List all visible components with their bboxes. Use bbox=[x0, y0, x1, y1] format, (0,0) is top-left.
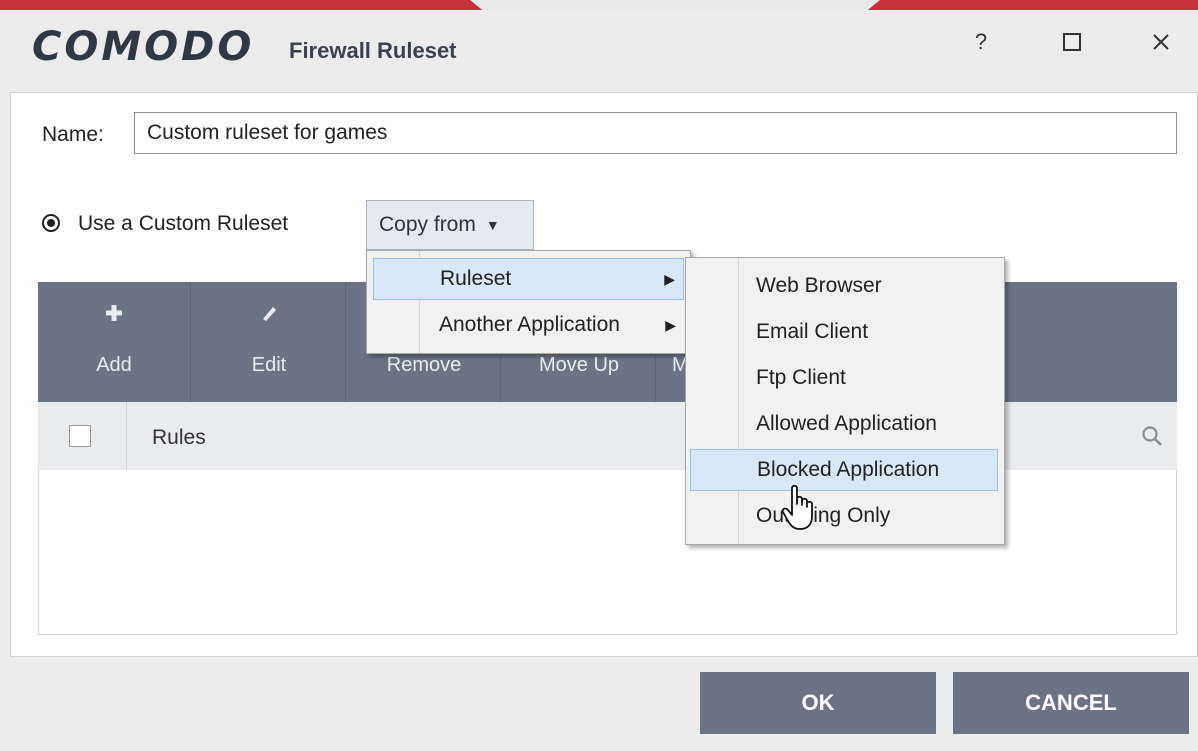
add-label: Add bbox=[96, 354, 132, 376]
cancel-button[interactable]: CANCEL bbox=[953, 672, 1189, 734]
radio-dot bbox=[47, 219, 55, 227]
chevron-right-icon: ▶ bbox=[664, 270, 675, 287]
edit-button[interactable]: Edit bbox=[193, 282, 346, 402]
close-button[interactable] bbox=[1143, 24, 1179, 60]
name-label: Name: bbox=[42, 123, 104, 146]
chevron-right-icon: ▶ bbox=[665, 316, 676, 333]
custom-ruleset-label[interactable]: Use a Custom Ruleset bbox=[78, 212, 288, 236]
add-button[interactable]: Add bbox=[38, 282, 191, 402]
move-up-label: Move Up bbox=[538, 354, 620, 376]
plus-icon bbox=[38, 302, 190, 330]
rules-list-header bbox=[38, 402, 1177, 471]
copy-from-dropdown[interactable]: Copy from ▼ bbox=[366, 200, 534, 250]
chevron-down-icon: ▼ bbox=[485, 217, 500, 233]
close-icon bbox=[1153, 34, 1169, 50]
edit-label: Edit bbox=[251, 354, 287, 376]
ok-button[interactable]: OK bbox=[700, 672, 936, 734]
rules-list bbox=[38, 470, 1177, 635]
submenu-item-email-client[interactable]: Email Client bbox=[690, 311, 998, 353]
menu-item-ruleset[interactable]: Ruleset ▶ bbox=[373, 258, 684, 300]
maximize-button[interactable] bbox=[1054, 24, 1090, 60]
menu-item-another-application[interactable]: Another Application ▶ bbox=[373, 304, 684, 346]
submenu-item-blocked-application[interactable]: Blocked Application bbox=[690, 449, 998, 491]
hand-cursor-icon bbox=[782, 484, 813, 530]
ruleset-submenu: Web Browser Email Client Ftp Client Allo… bbox=[685, 257, 1005, 545]
copy-from-label: Copy from bbox=[379, 213, 476, 236]
submenu-item-web-browser[interactable]: Web Browser bbox=[690, 265, 998, 307]
window-title: Firewall Ruleset bbox=[289, 38, 457, 63]
header-separator bbox=[126, 402, 127, 470]
comodo-logo: COMODO bbox=[32, 24, 255, 70]
help-button[interactable]: ? bbox=[963, 24, 999, 60]
copy-from-menu: Ruleset ▶ Another Application ▶ bbox=[366, 250, 691, 354]
select-all-checkbox[interactable] bbox=[69, 425, 91, 447]
window-top-strip bbox=[0, 0, 1198, 10]
pencil-icon bbox=[193, 302, 345, 330]
submenu-item-allowed-application[interactable]: Allowed Application bbox=[690, 403, 998, 445]
submenu-item-outgoing-only[interactable]: Outgoing Only bbox=[690, 495, 998, 537]
menu-item-label: Ruleset bbox=[440, 267, 512, 290]
submenu-item-ftp-client[interactable]: Ftp Client bbox=[690, 357, 998, 399]
custom-ruleset-radio[interactable] bbox=[42, 214, 60, 232]
rules-column-header[interactable]: Rules bbox=[152, 426, 206, 450]
menu-item-label: Another Application bbox=[439, 313, 620, 336]
maximize-icon bbox=[1063, 33, 1081, 51]
top-strip-notch bbox=[470, 0, 880, 10]
search-icon[interactable] bbox=[1141, 425, 1163, 447]
remove-label: Remove bbox=[386, 354, 462, 376]
name-input[interactable]: Custom ruleset for games bbox=[134, 112, 1177, 154]
